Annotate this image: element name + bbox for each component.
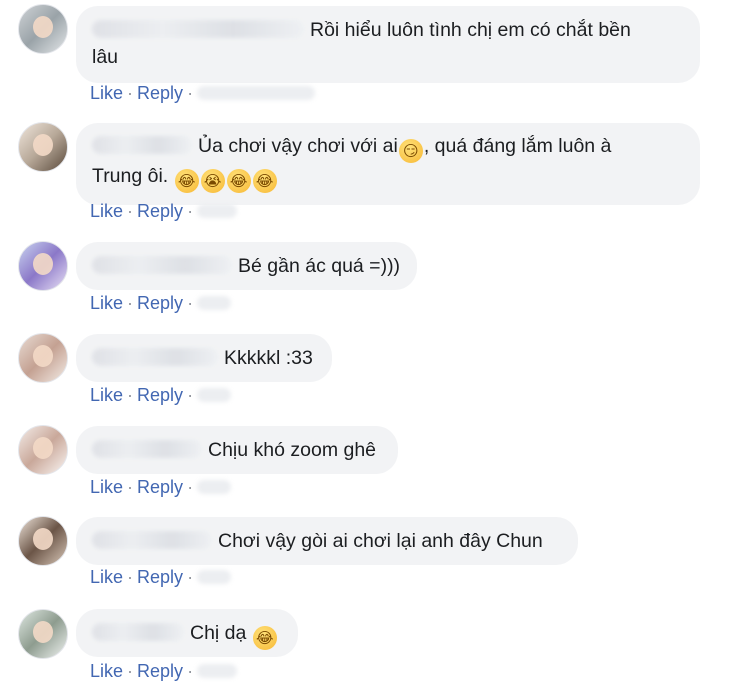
commenter-name[interactable]: [92, 136, 192, 154]
comment-text: Chịu khó zoom ghê: [208, 439, 377, 461]
comment-text: Rồi hiểu luôn tình chị em có chắt bền: [310, 19, 631, 41]
laugh-emoji-icon: 😂: [174, 169, 199, 193]
laugh-emoji-icon: 😂: [252, 169, 277, 193]
comment-actions: Like · Reply ·: [90, 83, 316, 104]
separator: ·: [187, 477, 194, 497]
comment-bubble: Chơi vậy gòi ai chơi lại anh đây Chun: [76, 517, 578, 565]
reply-button[interactable]: Reply: [137, 385, 183, 405]
commenter-name[interactable]: [92, 348, 218, 366]
separator: ·: [127, 201, 134, 221]
separator: ·: [187, 567, 194, 587]
laugh-emoji-icon: 😂: [226, 169, 251, 193]
like-button[interactable]: Like: [90, 385, 123, 405]
avatar[interactable]: [18, 122, 68, 172]
reply-button[interactable]: Reply: [137, 567, 183, 587]
comment-text: Chị dạ: [190, 622, 247, 644]
comment-text: Bé gần ác quá =))): [238, 255, 401, 277]
avatar-face-icon: [33, 621, 53, 643]
avatar[interactable]: [18, 241, 68, 291]
like-button[interactable]: Like: [90, 477, 123, 497]
separator: ·: [127, 477, 134, 497]
comment-actions: Like · Reply ·: [90, 293, 232, 314]
timestamp[interactable]: [197, 296, 232, 310]
avatar-face-icon: [33, 345, 53, 367]
avatar[interactable]: [18, 516, 68, 566]
reply-button[interactable]: Reply: [137, 661, 183, 681]
comment-bubble: Rồi hiểu luôn tình chị em có chắt bền lâ…: [76, 6, 700, 83]
separator: ·: [127, 293, 134, 313]
timestamp[interactable]: [197, 480, 232, 494]
laugh-emoji-icon: 😂: [252, 626, 277, 650]
commenter-name[interactable]: [92, 623, 184, 641]
comment-bubble: Bé gần ác quá =))): [76, 242, 417, 290]
comment-actions: Like · Reply ·: [90, 201, 238, 222]
comment-text: Chơi vậy gòi ai chơi lại anh đây Chun: [218, 530, 543, 552]
comment-actions: Like · Reply ·: [90, 567, 232, 588]
commenter-name[interactable]: [92, 531, 212, 549]
comment-actions: Like · Reply ·: [90, 385, 232, 406]
like-button[interactable]: Like: [90, 567, 123, 587]
reply-button[interactable]: Reply: [137, 293, 183, 313]
like-button[interactable]: Like: [90, 293, 123, 313]
reply-button[interactable]: Reply: [137, 83, 183, 103]
commenter-name[interactable]: [92, 440, 202, 458]
avatar[interactable]: [18, 333, 68, 383]
separator: ·: [127, 385, 134, 405]
comment-bubble: Kkkkkl :33: [76, 334, 332, 382]
comment-bubble: Chịu khó zoom ghê: [76, 426, 398, 474]
separator: ·: [187, 661, 194, 681]
timestamp[interactable]: [197, 204, 238, 218]
commenter-name[interactable]: [92, 256, 232, 274]
timestamp[interactable]: [197, 86, 316, 100]
timestamp[interactable]: [197, 388, 232, 402]
comment-actions: Like · Reply ·: [90, 477, 232, 498]
separator: ·: [127, 661, 134, 681]
avatar-face-icon: [33, 16, 53, 38]
avatar[interactable]: [18, 425, 68, 475]
separator: ·: [187, 385, 194, 405]
like-button[interactable]: Like: [90, 201, 123, 221]
comment-bubble: Chị dạ 😂: [76, 609, 298, 657]
like-button[interactable]: Like: [90, 83, 123, 103]
like-button[interactable]: Like: [90, 661, 123, 681]
reply-button[interactable]: Reply: [137, 477, 183, 497]
avatar-face-icon: [33, 134, 53, 156]
cry-emoji-icon: 😭: [200, 169, 225, 193]
avatar[interactable]: [18, 609, 68, 659]
separator: ·: [187, 293, 194, 313]
timestamp[interactable]: [197, 570, 232, 584]
separator: ·: [127, 83, 134, 103]
comment-text-line2: Trung ôi.: [92, 165, 169, 187]
avatar[interactable]: [18, 4, 68, 54]
separator: ·: [187, 83, 194, 103]
comment-text: Kkkkkl :33: [224, 347, 313, 369]
separator: ·: [127, 567, 134, 587]
timestamp[interactable]: [197, 664, 238, 678]
avatar-face-icon: [33, 253, 53, 275]
reply-button[interactable]: Reply: [137, 201, 183, 221]
comment-text-line2: lâu: [92, 46, 119, 68]
avatar-face-icon: [33, 528, 53, 550]
commenter-name[interactable]: [92, 20, 304, 38]
comment-actions: Like · Reply ·: [90, 661, 238, 682]
avatar-face-icon: [33, 437, 53, 459]
comment-text: , quá đáng lắm luôn à: [423, 135, 612, 157]
smirk-emoji-icon: 😏: [398, 139, 423, 163]
comment-text: Ủa chơi vậy chơi với ai: [198, 135, 398, 157]
separator: ·: [187, 201, 194, 221]
comment-bubble: Ủa chơi vậy chơi với ai 😏, quá đáng lắm l…: [76, 123, 700, 205]
